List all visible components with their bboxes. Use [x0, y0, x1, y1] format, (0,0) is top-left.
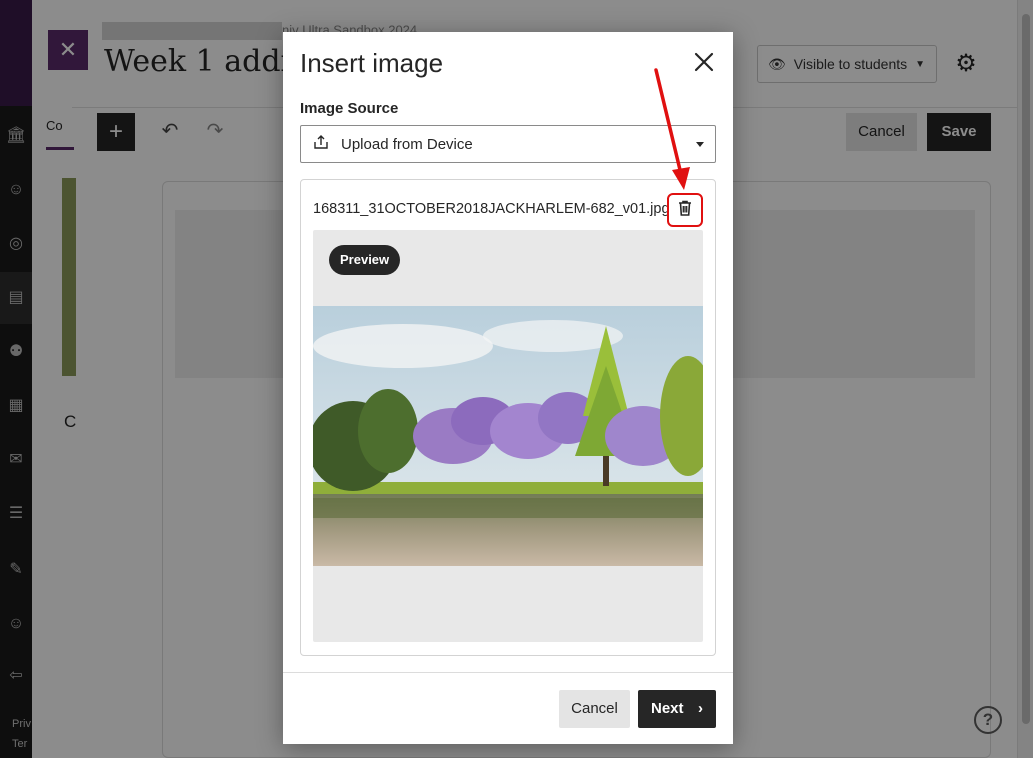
- chevron-right-icon: ›: [698, 700, 703, 717]
- image-preview-area: Preview: [313, 230, 703, 642]
- insert-image-dialog: Insert image Image Source Upload from De…: [283, 32, 733, 744]
- dialog-footer: Cancel Next ›: [283, 672, 733, 744]
- upload-icon: [313, 134, 329, 154]
- preview-image: [313, 306, 703, 566]
- close-icon[interactable]: [688, 46, 720, 78]
- dialog-title: Insert image: [300, 48, 444, 78]
- uploaded-file-card: 168311_31OCTOBER2018JACKHARLEM-682_v01.j…: [300, 179, 716, 656]
- next-button[interactable]: Next ›: [638, 690, 716, 728]
- image-source-select[interactable]: Upload from Device: [300, 125, 716, 163]
- help-icon[interactable]: ?: [974, 706, 1002, 734]
- image-source-label: Image Source: [300, 100, 399, 117]
- file-name: 168311_31OCTOBER2018JACKHARLEM-682_v01.j…: [313, 201, 670, 217]
- delete-file-button[interactable]: [667, 193, 703, 227]
- preview-badge: Preview: [329, 245, 401, 275]
- chevron-down-icon: [696, 142, 704, 147]
- image-source-value: Upload from Device: [341, 135, 473, 153]
- cancel-button[interactable]: Cancel: [559, 690, 630, 728]
- next-label: Next: [651, 700, 684, 717]
- trash-icon: [676, 199, 694, 222]
